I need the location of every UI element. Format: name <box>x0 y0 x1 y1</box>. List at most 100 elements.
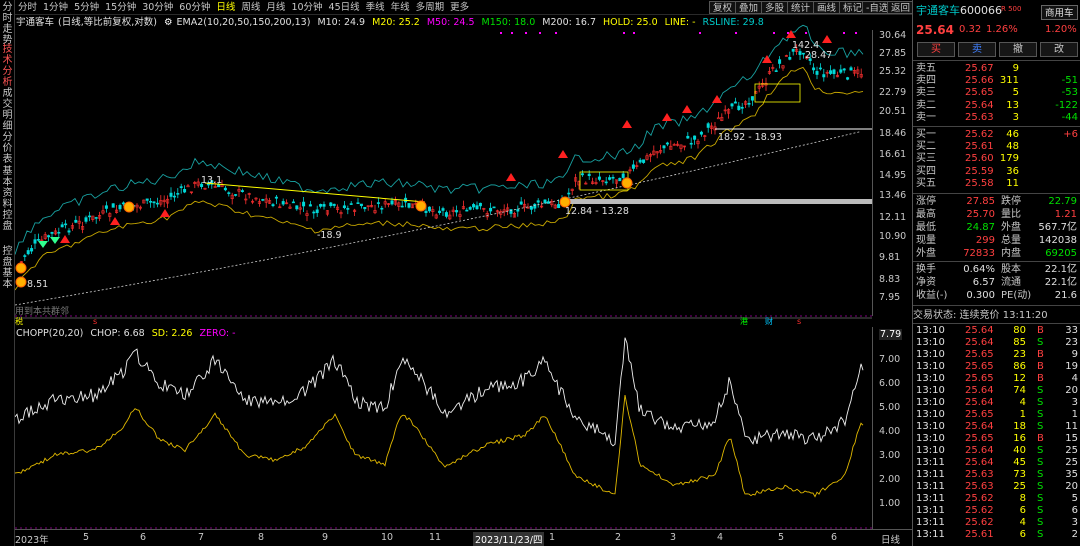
trade-button-2[interactable]: 撤 <box>999 42 1037 57</box>
sub-ytick-6: 2.00 <box>879 474 901 485</box>
main-ytick-7: 14.95 <box>879 170 907 181</box>
candle-body <box>706 123 710 128</box>
candle-body <box>829 70 833 74</box>
book-price: 25.63 <box>965 111 994 123</box>
candle-body <box>611 176 615 179</box>
kline-chart[interactable]: 142.428.4718.92 - 18.9312.84 - 13.2813.1… <box>15 0 872 529</box>
candle-body <box>424 210 428 213</box>
candle-body <box>291 201 295 204</box>
candle-body <box>346 208 350 210</box>
legend-gear-icon[interactable]: ⚙ <box>164 17 173 28</box>
left-tab-bar: 分时走势 技术分析 成交明细 分价表 基本资料 控盘控盘基本 <box>0 0 15 546</box>
top-dot <box>511 32 513 34</box>
book-level: 卖五 <box>916 63 936 74</box>
buy-signal-marker <box>110 217 120 225</box>
book-price: 25.67 <box>965 63 994 74</box>
candle-body <box>737 105 741 110</box>
stat-row: 最低 24.87 外盘 567.7亿 <box>913 222 1080 234</box>
tick-price: 25.62 <box>965 505 994 516</box>
candle-body <box>849 67 853 71</box>
stat-value: 142038 <box>1038 235 1077 246</box>
toolbar-button-7[interactable]: 返回 <box>887 1 915 14</box>
trade-button-1[interactable]: 卖 <box>958 42 996 57</box>
book-row: 买二 25.61 48 <box>913 141 1080 153</box>
candle-body <box>597 176 601 180</box>
chart-annotation: 18.92 - 18.93 <box>718 132 782 143</box>
left-tab-4[interactable]: 基本资料 <box>1 166 14 210</box>
candle-body <box>699 131 703 135</box>
tick-price: 25.65 <box>965 373 994 384</box>
tick-side: S <box>1037 529 1044 540</box>
legend-hold: HOLD: 25.0 <box>603 17 658 28</box>
candle-body <box>23 255 27 257</box>
tick-side: S <box>1037 457 1044 468</box>
candle-body <box>169 192 173 197</box>
candle-body <box>240 190 244 192</box>
tick-time: 13:10 <box>916 385 945 396</box>
candle-body <box>798 51 802 55</box>
merchant-vehicle-button[interactable]: 商用车 <box>1041 5 1078 20</box>
chart-annotation: s <box>93 317 97 326</box>
tick-volume: 40 <box>1013 445 1026 456</box>
legend-mode: (日线,等比前复权,对数) <box>58 17 157 28</box>
candle-body <box>322 204 326 207</box>
left-tab-1[interactable]: 技术分析 <box>1 44 14 88</box>
chart-annotation: 12.84 - 13.28 <box>565 206 629 217</box>
chart-annotation: 8.51 <box>27 279 48 290</box>
left-tab-0[interactable]: 分时走势 <box>1 2 14 46</box>
candle-body <box>740 106 744 109</box>
sub-ytick-1: 7.00 <box>879 354 901 365</box>
legend-m150: M150: 18.0 <box>481 17 536 28</box>
book-row: 买三 25.60 179 <box>913 153 1080 165</box>
stat-value: 21.6 <box>1054 290 1077 301</box>
tick-count: 15 <box>1065 433 1078 444</box>
stat2-row: 净资 6.57 流通 22.1亿 <box>913 277 1080 289</box>
book-price: 25.59 <box>965 165 994 177</box>
main-ytick-8: 13.46 <box>879 190 907 201</box>
tick-row: 13:10 25.65 1 S 1 <box>913 409 1080 421</box>
top-dot <box>855 32 857 34</box>
tick-count: 25 <box>1065 457 1078 468</box>
candle-body <box>832 69 836 75</box>
trade-button-0[interactable]: 买 <box>917 42 955 57</box>
candle-body <box>186 185 190 188</box>
buy-signal-marker <box>622 120 632 128</box>
main-ytick-9: 12.11 <box>879 212 907 223</box>
sub-ytick-2: 6.00 <box>879 378 901 389</box>
stat-label: 涨停 <box>916 196 936 207</box>
left-tab-5[interactable]: 控盘 <box>1 210 14 242</box>
top-dot <box>555 32 557 34</box>
tick-volume: 4 <box>1019 397 1026 408</box>
tick-volume: 8 <box>1019 493 1026 504</box>
book-change: -53 <box>1061 87 1078 99</box>
book-level: 买四 <box>916 165 936 177</box>
last-price: 25.64 <box>916 23 954 37</box>
chart-annotation: 财 <box>765 316 773 326</box>
trade-button-3[interactable]: 改 <box>1040 42 1078 57</box>
tick-price: 25.62 <box>965 493 994 504</box>
book-change: +6 <box>1063 129 1078 140</box>
left-tab-3[interactable]: 分价表 <box>1 132 14 165</box>
buy-signal-marker <box>712 95 722 103</box>
chart-annotation: 港 <box>740 316 748 326</box>
book-row: 卖二 25.64 13 -122 <box>913 100 1080 112</box>
left-tab-2[interactable]: 成交明细 <box>1 88 14 132</box>
tick-volume: 25 <box>1013 481 1026 492</box>
stat-value: 69205 <box>1045 248 1077 259</box>
left-tab-6[interactable]: 控盘基本 <box>1 246 14 290</box>
stat-label: 流通 <box>1001 277 1021 288</box>
tick-side: S <box>1037 505 1044 516</box>
stat-label: 最高 <box>916 209 936 220</box>
stat-label: 现量 <box>916 235 936 246</box>
candle-body <box>642 159 646 163</box>
stat-value: 6.57 <box>972 277 995 288</box>
candle-body <box>818 67 822 70</box>
candle-body <box>407 203 411 208</box>
tick-time: 13:10 <box>916 361 945 372</box>
tick-count: 23 <box>1065 337 1078 348</box>
candle-body <box>750 96 754 101</box>
level-band-2 <box>565 199 872 204</box>
candle-body <box>788 57 792 60</box>
book-volume: 48 <box>1006 141 1019 153</box>
candle-body <box>104 205 108 209</box>
